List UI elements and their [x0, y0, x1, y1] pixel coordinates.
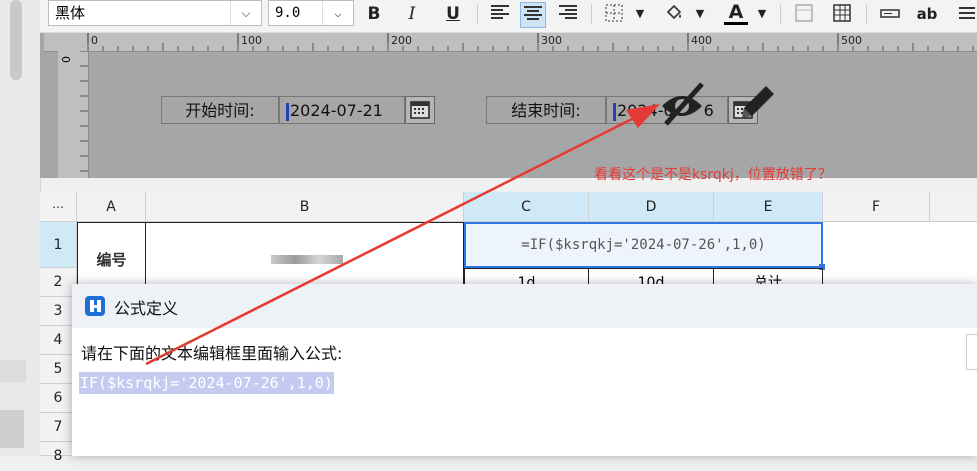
ruler-tick-label: 500	[841, 34, 862, 47]
scrollbar-thumb[interactable]	[10, 0, 22, 80]
column-header[interactable]: A	[77, 192, 146, 222]
chevron-down-icon[interactable]: ▼	[628, 2, 652, 26]
text-cursor	[286, 102, 289, 121]
chevron-down-icon[interactable]: ▼	[688, 2, 712, 26]
ruler-tick-label: 400	[691, 34, 712, 47]
annotation-text: 看看这个是不是ksrqkj，位置放错了？	[594, 167, 832, 183]
table-grid-icon[interactable]	[830, 2, 854, 26]
dialog-prompt: 请在下面的文本编辑框里面输入公式:	[81, 344, 343, 363]
column-header[interactable]: E	[714, 192, 823, 222]
bold-button[interactable]: B	[362, 2, 386, 26]
border-icon[interactable]	[602, 2, 626, 26]
column-header[interactable]: F	[823, 192, 930, 222]
eye-off-icon[interactable]	[656, 78, 708, 130]
italic-button[interactable]: I	[400, 2, 424, 26]
vertical-ruler: 0	[44, 51, 89, 178]
ruler-tick-label: 100	[241, 34, 262, 47]
dialog-title: 公式定义	[114, 299, 179, 318]
fill-color-icon[interactable]	[662, 2, 686, 26]
font-family-value: 黑体	[55, 4, 86, 22]
align-center-icon[interactable]	[520, 2, 546, 28]
text-field-icon[interactable]	[878, 2, 902, 26]
ruler-tick-label: 300	[541, 34, 562, 47]
text-cursor	[613, 102, 616, 121]
calendar-icon[interactable]	[405, 96, 435, 124]
ruler-tick-label: 0	[91, 34, 98, 47]
dialog-side-control[interactable]	[966, 334, 977, 370]
left-panel-item[interactable]	[0, 410, 24, 448]
font-size-value: 9.0	[275, 5, 301, 21]
start-time-input[interactable]: 2024-07-21	[279, 96, 405, 124]
app-logo-icon	[84, 295, 106, 317]
horizontal-ruler: 0 100 200 300 400 500	[44, 33, 977, 52]
underline-button[interactable]: U	[441, 2, 465, 26]
end-time-label: 结束时间:	[486, 96, 606, 124]
start-time-label: 开始时间:	[161, 96, 279, 124]
chevron-down-icon[interactable]: ▼	[750, 2, 774, 26]
toolbar-divider	[591, 4, 592, 24]
text-color-button[interactable]: A	[724, 2, 748, 25]
formula-editor[interactable]: IF($ksrqkj='2024-07-26',1,0)	[77, 368, 977, 456]
start-time-value: 2024-07-21	[290, 101, 383, 120]
column-header[interactable]	[930, 192, 977, 222]
pencil-icon[interactable]	[730, 78, 782, 130]
font-size-select[interactable]: 9.0 ⌵	[268, 0, 354, 26]
formula-text: IF($ksrqkj='2024-07-26',1,0)	[79, 372, 334, 394]
chevron-down-icon[interactable]: ⌵	[230, 1, 261, 25]
toolbar-divider	[866, 4, 867, 24]
column-header[interactable]: C	[464, 192, 589, 222]
chevron-down-icon[interactable]: ⌵	[322, 1, 353, 25]
left-panel-item[interactable]	[0, 360, 26, 382]
column-header[interactable]: D	[589, 192, 714, 222]
row-header[interactable]: 1	[40, 222, 77, 268]
left-panel	[0, 0, 41, 456]
ruler-tick-label: 200	[391, 34, 412, 47]
font-family-select[interactable]: 黑体 ⌵	[48, 0, 262, 26]
text-type-button[interactable]: ab	[915, 2, 939, 26]
toolbar-divider	[780, 4, 781, 24]
align-right-icon[interactable]	[556, 2, 580, 26]
frame-icon[interactable]	[792, 2, 816, 26]
select-all-corner[interactable]: ⋯	[40, 192, 77, 222]
dialog-titlebar: 公式定义	[72, 284, 977, 328]
align-left-icon[interactable]	[488, 2, 512, 26]
column-header[interactable]: B	[146, 192, 464, 222]
blurred-text	[271, 255, 343, 264]
toolbar-divider	[477, 4, 478, 24]
cell-c1-merged[interactable]: =IF($ksrqkj='2024-07-26',1,0)	[464, 222, 823, 268]
list-icon[interactable]	[955, 2, 977, 26]
